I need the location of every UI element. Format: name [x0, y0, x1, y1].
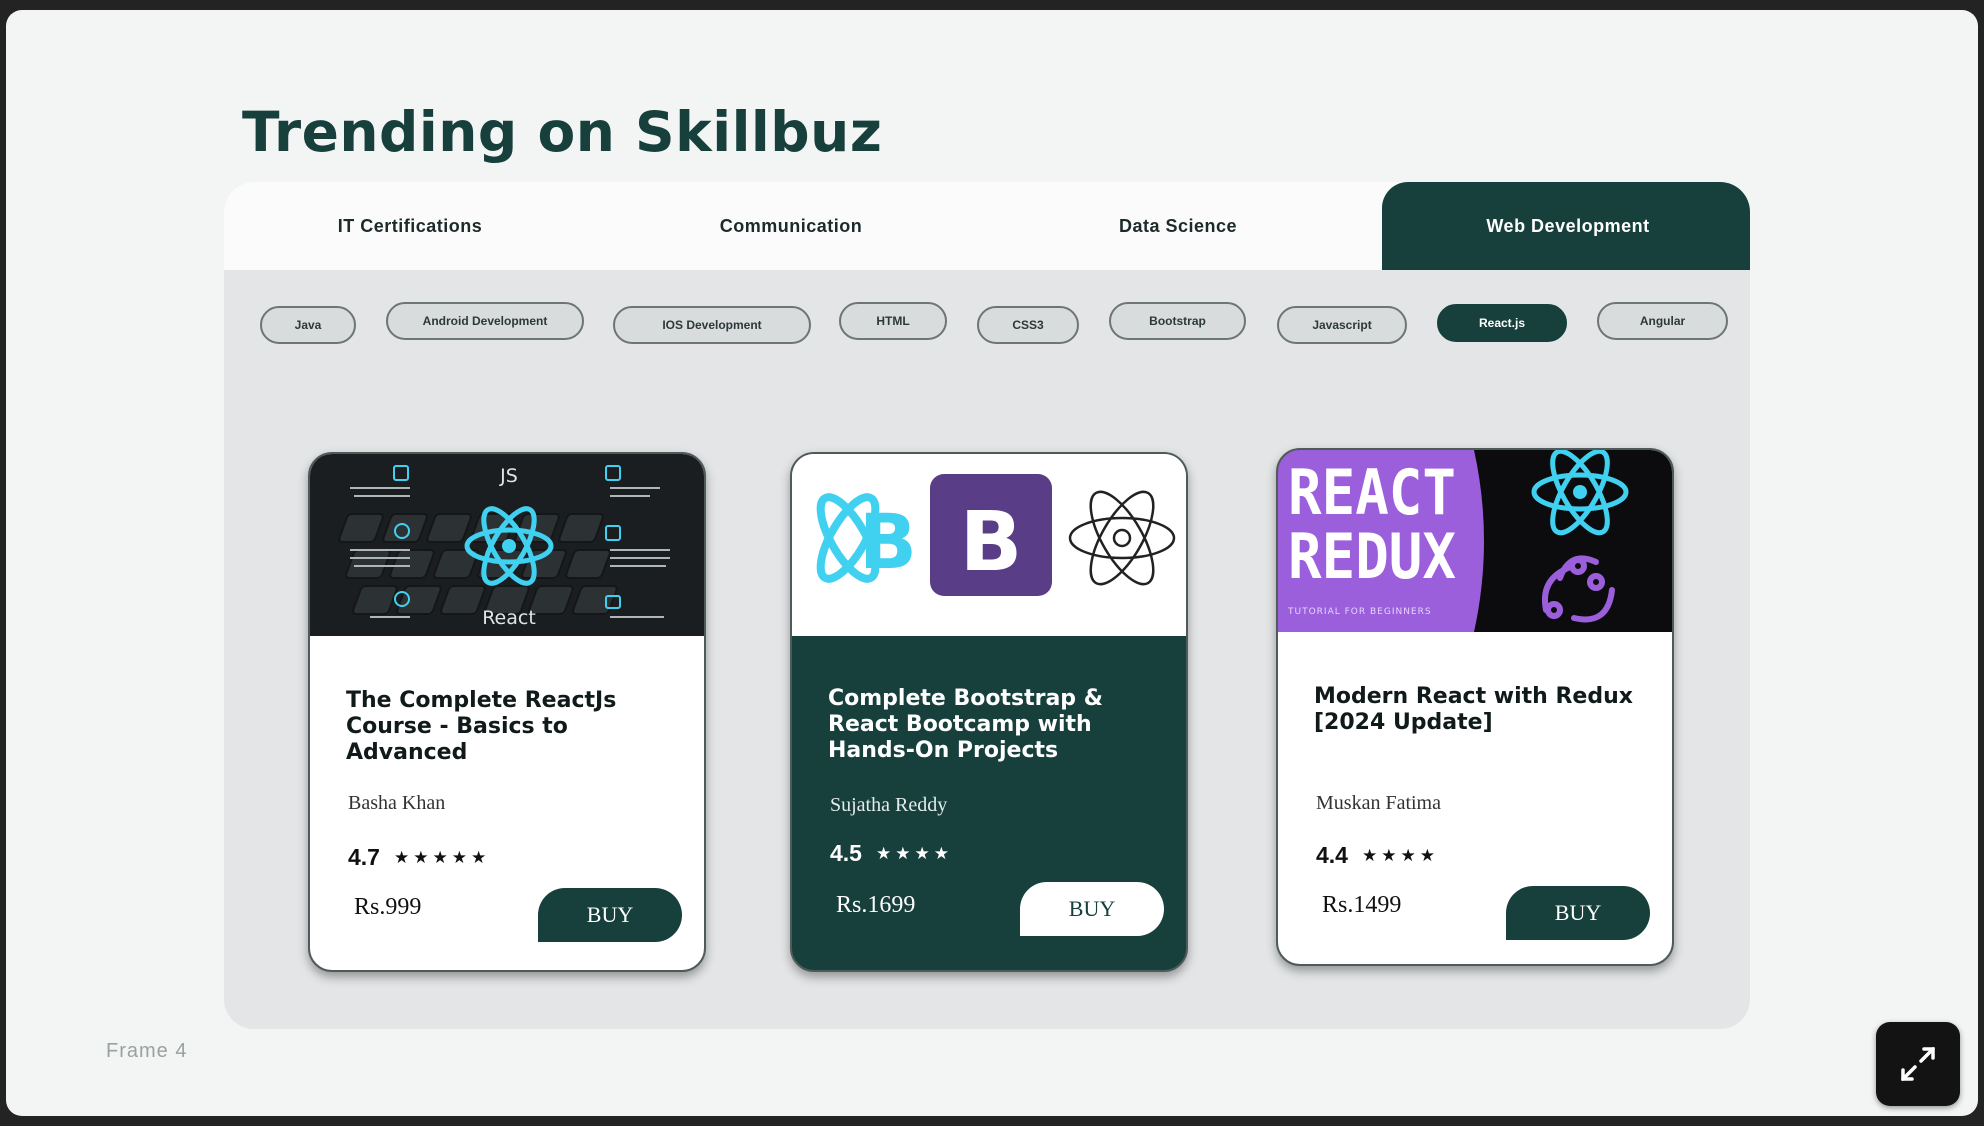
rating-value: 4.4 — [1316, 842, 1348, 868]
chip-bootstrap[interactable]: Bootstrap — [1109, 302, 1246, 340]
course-author: Muskan Fatima — [1316, 792, 1441, 814]
chip-java[interactable]: Java — [260, 306, 356, 344]
course-author: Basha Khan — [348, 792, 446, 814]
react-keyboard-thumbnail: JS React — [310, 454, 704, 636]
course-price: Rs.999 — [354, 894, 422, 920]
course-rating: 4.7 ★★★★★ — [348, 844, 490, 871]
star-icons: ★★★★★ — [393, 847, 491, 867]
frame-label: Frame 4 — [106, 1040, 188, 1062]
course-title[interactable]: Complete Bootstrap & React Bootcamp with… — [828, 686, 1158, 764]
expand-button[interactable] — [1876, 1022, 1960, 1106]
course-panel: IT Certifications Communication Data Sci… — [224, 182, 1750, 1029]
rating-value: 4.7 — [348, 844, 380, 870]
chip-css3[interactable]: CSS3 — [977, 306, 1079, 344]
buy-button[interactable]: BUY — [1020, 882, 1164, 936]
chip-javascript[interactable]: Javascript — [1277, 306, 1407, 344]
thumb-top-text: JS — [499, 465, 518, 487]
expand-arrows-icon — [1901, 1047, 1935, 1081]
course-price: Rs.1499 — [1322, 892, 1402, 918]
buy-button[interactable]: BUY — [1506, 886, 1650, 940]
chip-android-development[interactable]: Android Development — [386, 302, 584, 340]
course-card[interactable]: REACT REDUX TUTORIAL FOR BEGINNERS Moder… — [1276, 448, 1674, 966]
thumb-tagline: TUTORIAL FOR BEGINNERS — [1287, 607, 1432, 617]
category-tabs: IT Certifications Communication Data Sci… — [224, 182, 1750, 270]
bootstrap-b: B — [960, 495, 1023, 590]
course-author: Sujatha Reddy — [830, 794, 948, 816]
react-bootstrap-b: B — [859, 497, 917, 586]
course-title[interactable]: Modern React with Redux [2024 Update] — [1314, 684, 1644, 736]
react-bootstrap-thumbnail: B B — [792, 454, 1186, 636]
star-icons: ★★★★ — [1361, 845, 1439, 865]
thumb-line2: REDUX — [1288, 520, 1456, 593]
course-price: Rs.1699 — [836, 892, 916, 918]
thumb-caption: React — [482, 607, 536, 629]
chip-ios-development[interactable]: IOS Development — [613, 306, 811, 344]
course-title[interactable]: The Complete ReactJs Course - Basics to … — [346, 688, 676, 766]
tab-communication[interactable]: Communication — [596, 182, 986, 270]
chip-angular[interactable]: Angular — [1597, 302, 1728, 340]
course-rating: 4.4 ★★★★ — [1316, 842, 1439, 869]
course-rating: 4.5 ★★★★ — [830, 840, 953, 867]
chip-reactjs[interactable]: React.js — [1437, 304, 1567, 342]
buy-button[interactable]: BUY — [538, 888, 682, 942]
course-card[interactable]: JS React The Complete ReactJs Course - B… — [308, 452, 706, 972]
star-icons: ★★★★ — [875, 843, 953, 863]
page-title: Trending on Skillbuz — [242, 100, 883, 164]
tab-web-development[interactable]: Web Development — [1382, 182, 1750, 270]
thumb-line1: REACT — [1288, 456, 1456, 529]
react-redux-thumbnail: REACT REDUX TUTORIAL FOR BEGINNERS — [1278, 450, 1672, 632]
course-card[interactable]: B B Complete Bootstrap & React Bootcamp … — [790, 452, 1188, 972]
tab-data-science[interactable]: Data Science — [986, 182, 1370, 270]
rating-value: 4.5 — [830, 840, 862, 866]
app-frame: Trending on Skillbuz IT Certifications C… — [6, 10, 1978, 1116]
tab-it-certifications[interactable]: IT Certifications — [224, 182, 596, 270]
chip-html[interactable]: HTML — [839, 302, 947, 340]
